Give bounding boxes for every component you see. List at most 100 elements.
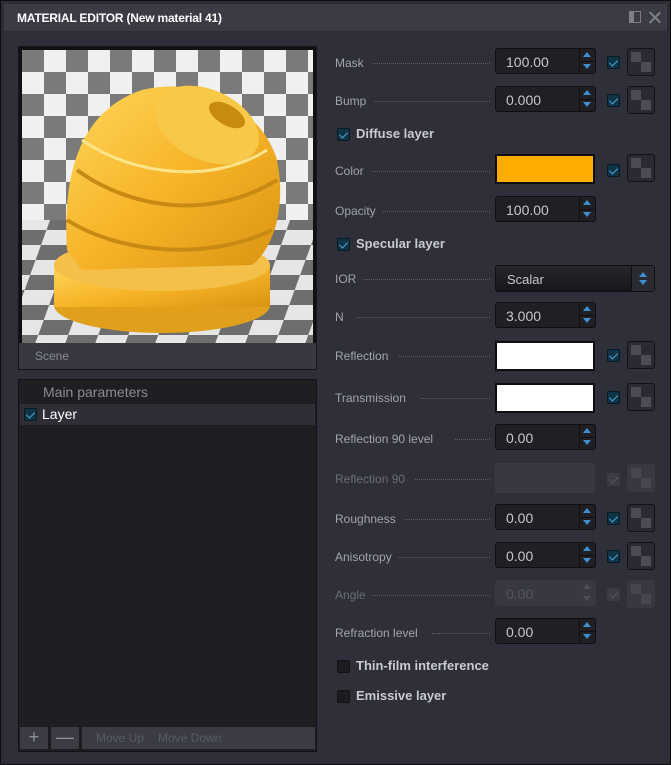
n-row: N 3.000 [335,302,665,332]
layer-list-item[interactable]: Layer [20,404,315,425]
mask-checkbox[interactable] [607,56,620,69]
roughness-label: Roughness [335,512,396,526]
bump-value: 0.000 [506,92,542,108]
reflection-checkbox[interactable] [607,349,620,362]
angle-checkbox [607,588,620,601]
angle-texture-button [627,580,655,608]
window-title: MATERIAL EDITOR (New material 41) [17,11,222,25]
leader-dots [415,479,490,480]
anisotropy-texture-button[interactable] [627,542,655,570]
leader-dots [373,595,490,596]
bump-texture-button[interactable] [627,86,655,114]
n-input[interactable]: 3.000 [495,302,596,328]
ior-row: IOR Scalar [335,265,665,295]
mask-input[interactable]: 100.00 [495,48,596,74]
leader-dots [373,63,490,64]
leader-dots [405,519,490,520]
reflection-90-texture-button [627,464,655,492]
anisotropy-value: 0.00 [506,548,534,564]
preview-scene-image [22,50,313,343]
reflection-90-checkbox [607,473,620,486]
reflection-90-level-label: Reflection 90 level [335,432,434,446]
angle-row: Angle 0.00 [335,580,665,610]
thin-film-title: Thin-film interference [356,658,489,673]
layer-list: Main parameters Layer + — Move Up Move D… [18,379,317,752]
opacity-row: Opacity 100.00 [335,196,665,226]
mask-label: Mask [335,56,364,70]
transmission-label: Transmission [335,391,406,405]
angle-value: 0.00 [506,586,534,602]
dock-icon[interactable] [629,11,641,23]
roughness-checkbox[interactable] [607,512,620,525]
layer-list-header: Main parameters [43,384,149,400]
transmission-swatch[interactable] [495,383,595,413]
diffuse-layer-checkbox[interactable] [337,128,350,141]
close-icon[interactable] [649,11,661,23]
bump-input[interactable]: 0.000 [495,86,596,112]
ior-select[interactable]: Scalar [495,265,655,292]
leader-dots [399,557,490,558]
leader-dots [375,101,490,102]
ior-value: Scalar [507,272,544,287]
specular-layer-checkbox[interactable] [337,238,350,251]
ior-select-arrow[interactable] [631,266,654,291]
color-swatch[interactable] [495,154,595,184]
material-editor-window: MATERIAL EDITOR (New material 41) Scene … [0,0,671,765]
angle-label: Angle [335,588,366,602]
leader-dots [399,356,490,357]
leader-dots [455,439,490,440]
refraction-level-row: Refraction level 0.00 [335,618,665,648]
color-label: Color [335,164,364,178]
transmission-checkbox[interactable] [607,391,620,404]
leader-dots [373,171,490,172]
emissive-layer-title: Emissive layer [356,688,447,703]
color-row: Color [335,154,665,184]
emissive-layer-checkbox[interactable] [337,690,350,703]
layer-label: Layer [42,406,78,422]
color-texture-button[interactable] [627,154,655,182]
reflection-swatch[interactable] [495,341,595,371]
roughness-texture-button[interactable] [627,504,655,532]
refraction-level-input[interactable]: 0.00 [495,618,596,644]
opacity-input[interactable]: 100.00 [495,196,596,222]
thin-film-checkbox[interactable] [337,660,350,673]
anisotropy-checkbox[interactable] [607,550,620,563]
n-value: 3.000 [506,308,542,324]
leader-dots [363,279,490,280]
reflection-90-level-input[interactable]: 0.00 [495,424,596,450]
refraction-level-value: 0.00 [506,624,534,640]
add-layer-button[interactable]: + [20,727,48,749]
diffuse-layer-title: Diffuse layer [356,126,435,141]
leader-dots [421,398,490,399]
reflection-90-label: Reflection 90 [335,472,406,486]
remove-layer-button[interactable]: — [51,727,79,749]
angle-input: 0.00 [495,580,596,606]
editor-content: Scene Main parameters Layer + — Move Up … [4,33,667,761]
transmission-texture-button[interactable] [627,383,655,411]
bump-row: Bump 0.000 [335,86,665,116]
color-checkbox[interactable] [607,164,620,177]
transmission-row: Transmission [335,383,665,413]
opacity-value: 100.00 [506,202,549,218]
ior-label: IOR [335,272,357,286]
specular-layer-title: Specular layer [356,236,445,251]
roughness-input[interactable]: 0.00 [495,504,596,530]
move-buttons-bar: Move Up Move Down [82,727,315,749]
leader-dots [383,211,490,212]
n-label: N [335,310,344,324]
reflection-90-level-row: Reflection 90 level 0.00 [335,424,665,454]
roughness-value: 0.00 [506,510,534,526]
refraction-level-label: Refraction level [335,626,418,640]
roughness-row: Roughness 0.00 [335,504,665,534]
preview-render[interactable] [22,50,313,343]
bump-checkbox[interactable] [607,94,620,107]
anisotropy-row: Anisotropy 0.00 [335,542,665,572]
move-down-button[interactable]: Move Down [158,731,221,745]
title-bar[interactable]: MATERIAL EDITOR (New material 41) [4,4,667,31]
anisotropy-input[interactable]: 0.00 [495,542,596,568]
scene-label: Scene [35,349,70,363]
layer-enabled-checkbox[interactable] [24,408,37,421]
reflection-texture-button[interactable] [627,341,655,369]
move-up-button[interactable]: Move Up [96,731,144,745]
mask-texture-button[interactable] [627,48,655,76]
